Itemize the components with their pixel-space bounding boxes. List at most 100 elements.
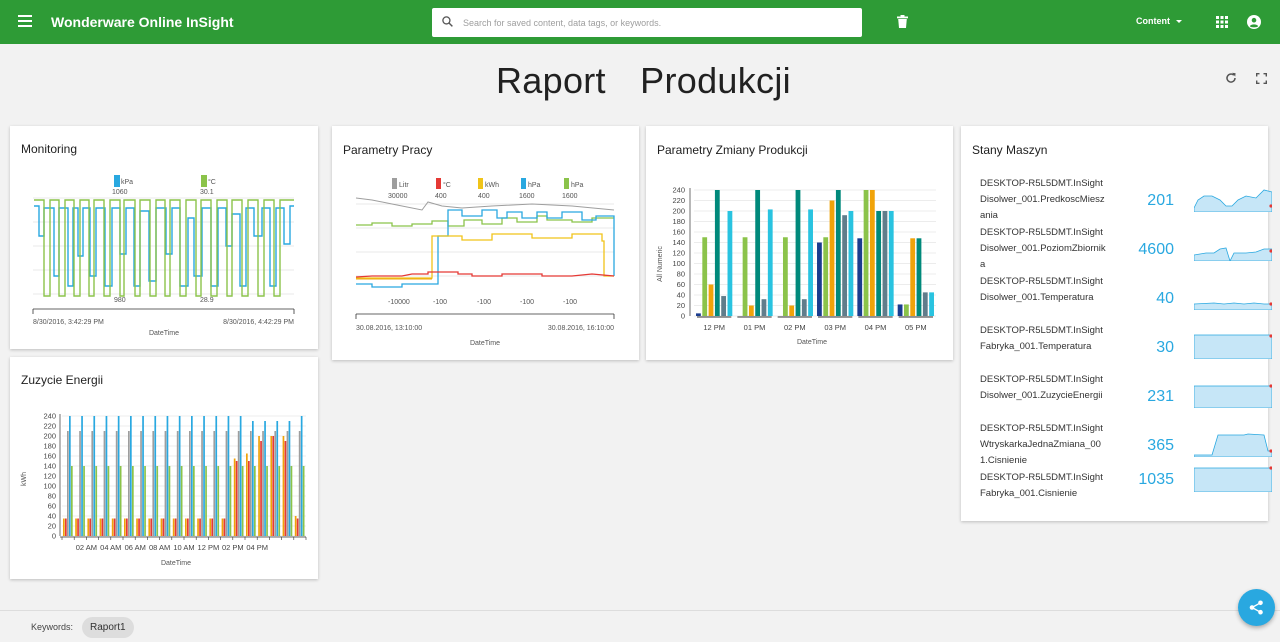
- bar[interactable]: [128, 431, 130, 536]
- apps-icon[interactable]: [1216, 16, 1228, 28]
- bar[interactable]: [782, 237, 788, 316]
- bar[interactable]: [91, 431, 94, 536]
- bar[interactable]: [87, 518, 90, 537]
- content-dropdown[interactable]: Content: [1136, 16, 1182, 26]
- bar[interactable]: [258, 436, 260, 536]
- machine-state-row[interactable]: DESKTOP-R5L5DMT.InSightDisolwer_001.Pred…: [980, 176, 1272, 222]
- bar[interactable]: [882, 211, 888, 316]
- bar[interactable]: [702, 237, 708, 316]
- bar[interactable]: [903, 304, 909, 316]
- bar[interactable]: [211, 518, 214, 537]
- sparkline[interactable]: [1194, 382, 1272, 408]
- trash-icon[interactable]: [897, 15, 908, 28]
- bar[interactable]: [808, 209, 813, 316]
- bar[interactable]: [191, 416, 193, 536]
- sparkline[interactable]: [1194, 235, 1272, 261]
- bar[interactable]: [742, 237, 748, 316]
- bar[interactable]: [172, 518, 175, 537]
- bar[interactable]: [119, 466, 122, 536]
- bar[interactable]: [239, 416, 242, 536]
- bar[interactable]: [278, 466, 281, 536]
- machine-state-row[interactable]: DESKTOP-R5L5DMT.InSightDisolwer_001.Pozi…: [980, 225, 1272, 271]
- bar[interactable]: [93, 416, 96, 536]
- bar[interactable]: [203, 416, 205, 536]
- search-box[interactable]: [432, 8, 862, 37]
- bar[interactable]: [77, 518, 79, 537]
- bar[interactable]: [294, 516, 297, 536]
- bar[interactable]: [286, 431, 289, 536]
- bar[interactable]: [176, 431, 179, 536]
- bar[interactable]: [254, 466, 256, 536]
- bar[interactable]: [217, 466, 220, 536]
- bar[interactable]: [248, 461, 250, 536]
- bar[interactable]: [79, 431, 81, 536]
- bar[interactable]: [229, 466, 232, 536]
- bar[interactable]: [154, 416, 157, 536]
- bar[interactable]: [270, 436, 273, 536]
- bar[interactable]: [233, 458, 236, 537]
- bar[interactable]: [842, 215, 848, 316]
- bar[interactable]: [237, 431, 240, 536]
- bar[interactable]: [848, 211, 854, 316]
- bar[interactable]: [260, 441, 262, 536]
- bar[interactable]: [767, 209, 773, 316]
- bar[interactable]: [922, 292, 928, 316]
- bar[interactable]: [221, 518, 224, 537]
- bar[interactable]: [111, 518, 114, 537]
- bar[interactable]: [103, 431, 106, 536]
- bar[interactable]: [227, 416, 230, 536]
- sparkline[interactable]: [1194, 186, 1272, 212]
- keyword-chip[interactable]: Raport1: [82, 617, 134, 638]
- machine-state-row[interactable]: DESKTOP-R5L5DMT.InSightDisolwer_001.Zuzy…: [980, 372, 1272, 418]
- machine-state-row[interactable]: DESKTOP-R5L5DMT.InSightFabryka_001.Tempe…: [980, 323, 1272, 369]
- bar[interactable]: [869, 190, 875, 316]
- bar[interactable]: [888, 211, 894, 316]
- bar[interactable]: [101, 518, 104, 537]
- bar[interactable]: [71, 466, 73, 536]
- bar[interactable]: [156, 466, 159, 536]
- bar[interactable]: [126, 518, 128, 537]
- bar[interactable]: [205, 466, 207, 536]
- bar[interactable]: [761, 299, 767, 316]
- bar[interactable]: [250, 431, 252, 536]
- bar[interactable]: [727, 211, 733, 316]
- bar[interactable]: [124, 518, 126, 537]
- bar[interactable]: [187, 518, 189, 537]
- bar[interactable]: [266, 466, 268, 536]
- parametry-zmiany-chart[interactable]: All Numeric DateTime 0204060801001201401…: [646, 126, 953, 360]
- bar[interactable]: [107, 466, 110, 536]
- bar[interactable]: [929, 292, 934, 316]
- bar[interactable]: [201, 431, 203, 536]
- parametry-pracy-card[interactable]: Parametry Pracy Litr 30000 °C 400 kWh 40…: [332, 126, 639, 360]
- monitoring-chart[interactable]: kPa 1060 °C 30.1 980 28.9 8/30/2016, 3:4…: [10, 126, 318, 349]
- share-button[interactable]: [1238, 589, 1275, 626]
- bar[interactable]: [215, 416, 218, 536]
- app-title[interactable]: Wonderware Online InSight: [51, 14, 234, 30]
- bar[interactable]: [290, 466, 293, 536]
- bar[interactable]: [83, 466, 85, 536]
- machine-state-row[interactable]: DESKTOP-R5L5DMT.InSightFabryka_001.Cisni…: [980, 466, 1272, 516]
- bar[interactable]: [252, 421, 254, 536]
- bar[interactable]: [300, 416, 303, 536]
- bar[interactable]: [225, 431, 228, 536]
- sparkline[interactable]: [1194, 431, 1272, 457]
- bar[interactable]: [75, 518, 77, 537]
- bar[interactable]: [144, 466, 146, 536]
- bar[interactable]: [168, 466, 171, 536]
- bar[interactable]: [180, 466, 183, 536]
- account-icon[interactable]: [1247, 15, 1261, 29]
- bar[interactable]: [113, 518, 116, 537]
- zuzycie-energii-chart[interactable]: kWh DateTime 020406080100120140160180200…: [10, 357, 318, 579]
- parametry-pracy-chart[interactable]: Litr 30000 °C 400 kWh 400 hPa 1600 hPa 1…: [332, 126, 639, 360]
- bar[interactable]: [272, 436, 275, 536]
- bar[interactable]: [197, 518, 199, 537]
- bar[interactable]: [897, 304, 903, 316]
- bar[interactable]: [140, 431, 142, 536]
- search-input[interactable]: [463, 13, 843, 32]
- bar[interactable]: [284, 441, 287, 536]
- bar[interactable]: [298, 431, 301, 536]
- bar[interactable]: [193, 466, 195, 536]
- bar[interactable]: [166, 416, 169, 536]
- bar[interactable]: [795, 190, 801, 316]
- bar[interactable]: [817, 242, 822, 317]
